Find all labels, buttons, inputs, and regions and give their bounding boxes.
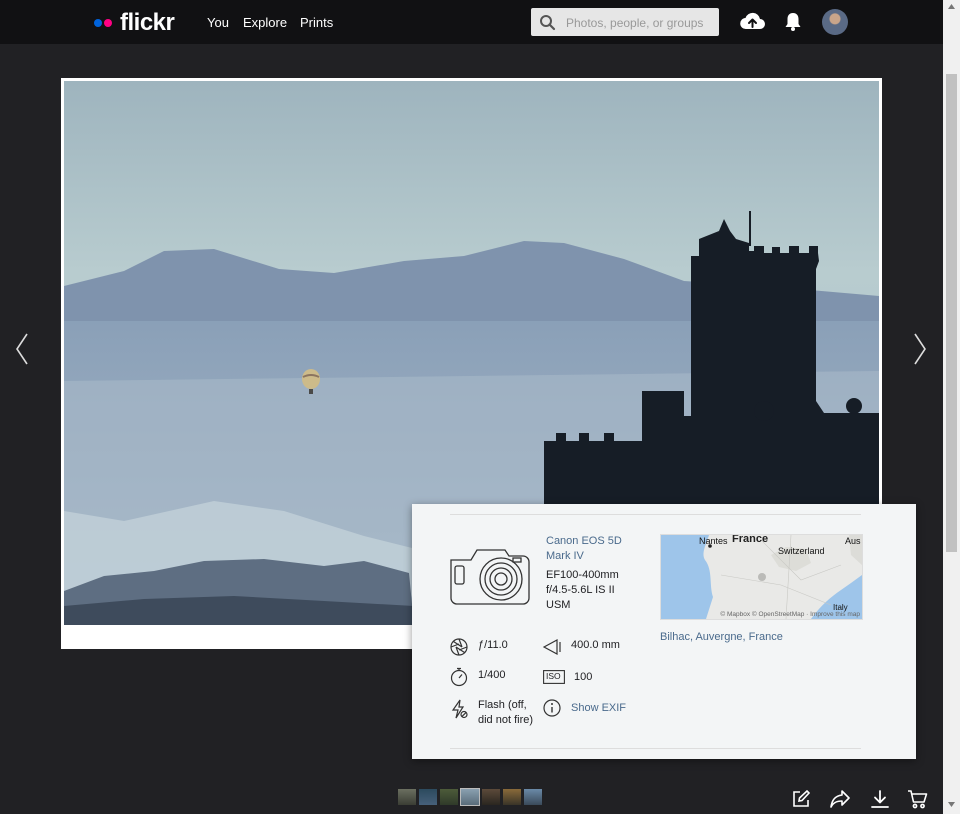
show-exif-link[interactable]: Show EXIF [571,701,626,716]
flash-off-icon [451,699,468,719]
share-icon[interactable] [830,790,850,808]
thumbnail[interactable] [524,789,542,805]
info-icon[interactable] [543,699,561,717]
camera-name-link[interactable]: Canon EOS 5D Mark IV [546,534,636,564]
bell-icon[interactable] [784,11,802,32]
stopwatch-icon [450,667,468,687]
divider [450,748,861,749]
aperture-value: ƒ/11.0 [478,639,508,651]
focal-length-icon [543,639,561,655]
top-nav: flickr You Explore Prints [0,0,943,44]
map-label-nantes: Nantes [699,536,728,546]
iso-value: 100 [574,671,593,683]
thumbnail[interactable] [398,789,416,805]
search-box [531,8,719,36]
camera-icon [450,549,530,605]
logo-blue-dot [94,19,102,27]
aperture-icon [450,638,468,656]
flash-value: Flash (off, did not fire) [478,699,534,726]
lens-name: EF100-400mm f/4.5-5.6L IS II USM [546,569,619,611]
shutter-speed-value: 1/400 [478,669,506,681]
page-scrollbar[interactable] [943,0,960,814]
scroll-up-icon[interactable] [948,4,955,9]
focal-length-value: 400.0 mm [571,639,620,651]
download-icon[interactable] [871,790,889,808]
logo-pink-dot [104,19,112,27]
nav-explore[interactable]: Explore [243,15,287,30]
avatar[interactable] [822,9,848,35]
chevron-left-icon[interactable] [15,333,29,365]
thumbnail[interactable] [440,789,458,805]
thumbnail[interactable] [482,789,500,805]
location-map[interactable]: Nantes France Switzerland Aus Italy © Ma… [660,534,863,620]
cart-icon[interactable] [907,790,928,809]
scroll-down-icon[interactable] [948,802,955,807]
photo-info-panel: Canon EOS 5D Mark IV EF100-400mm f/4.5-5… [412,504,916,759]
map-label-france: France [732,534,769,545]
location-link[interactable]: Bilhac, Auvergne, France [660,631,783,643]
nav-prints[interactable]: Prints [300,15,333,30]
divider [450,514,861,515]
map-credit[interactable]: © Mapbox © OpenStreetMap · Improve this … [720,611,860,618]
thumbnail[interactable] [503,789,521,805]
photostream-thumbnails [398,788,542,806]
chevron-right-icon[interactable] [913,333,927,365]
map-label-switzerland: Switzerland [778,546,825,556]
nav-you[interactable]: You [207,15,229,30]
flickr-logo[interactable]: flickr [94,9,175,37]
cloud-upload-icon[interactable] [739,10,766,32]
thumbnail[interactable] [419,789,437,805]
thumbnail[interactable] [460,788,480,806]
map-label-aus: Aus [845,536,861,546]
logo-wordmark: flickr [120,9,175,36]
iso-badge-label: ISO [546,671,561,681]
search-input[interactable] [564,12,718,34]
edit-icon[interactable] [792,790,810,808]
search-icon[interactable] [539,14,556,31]
scrollbar-thumb[interactable] [946,74,957,552]
